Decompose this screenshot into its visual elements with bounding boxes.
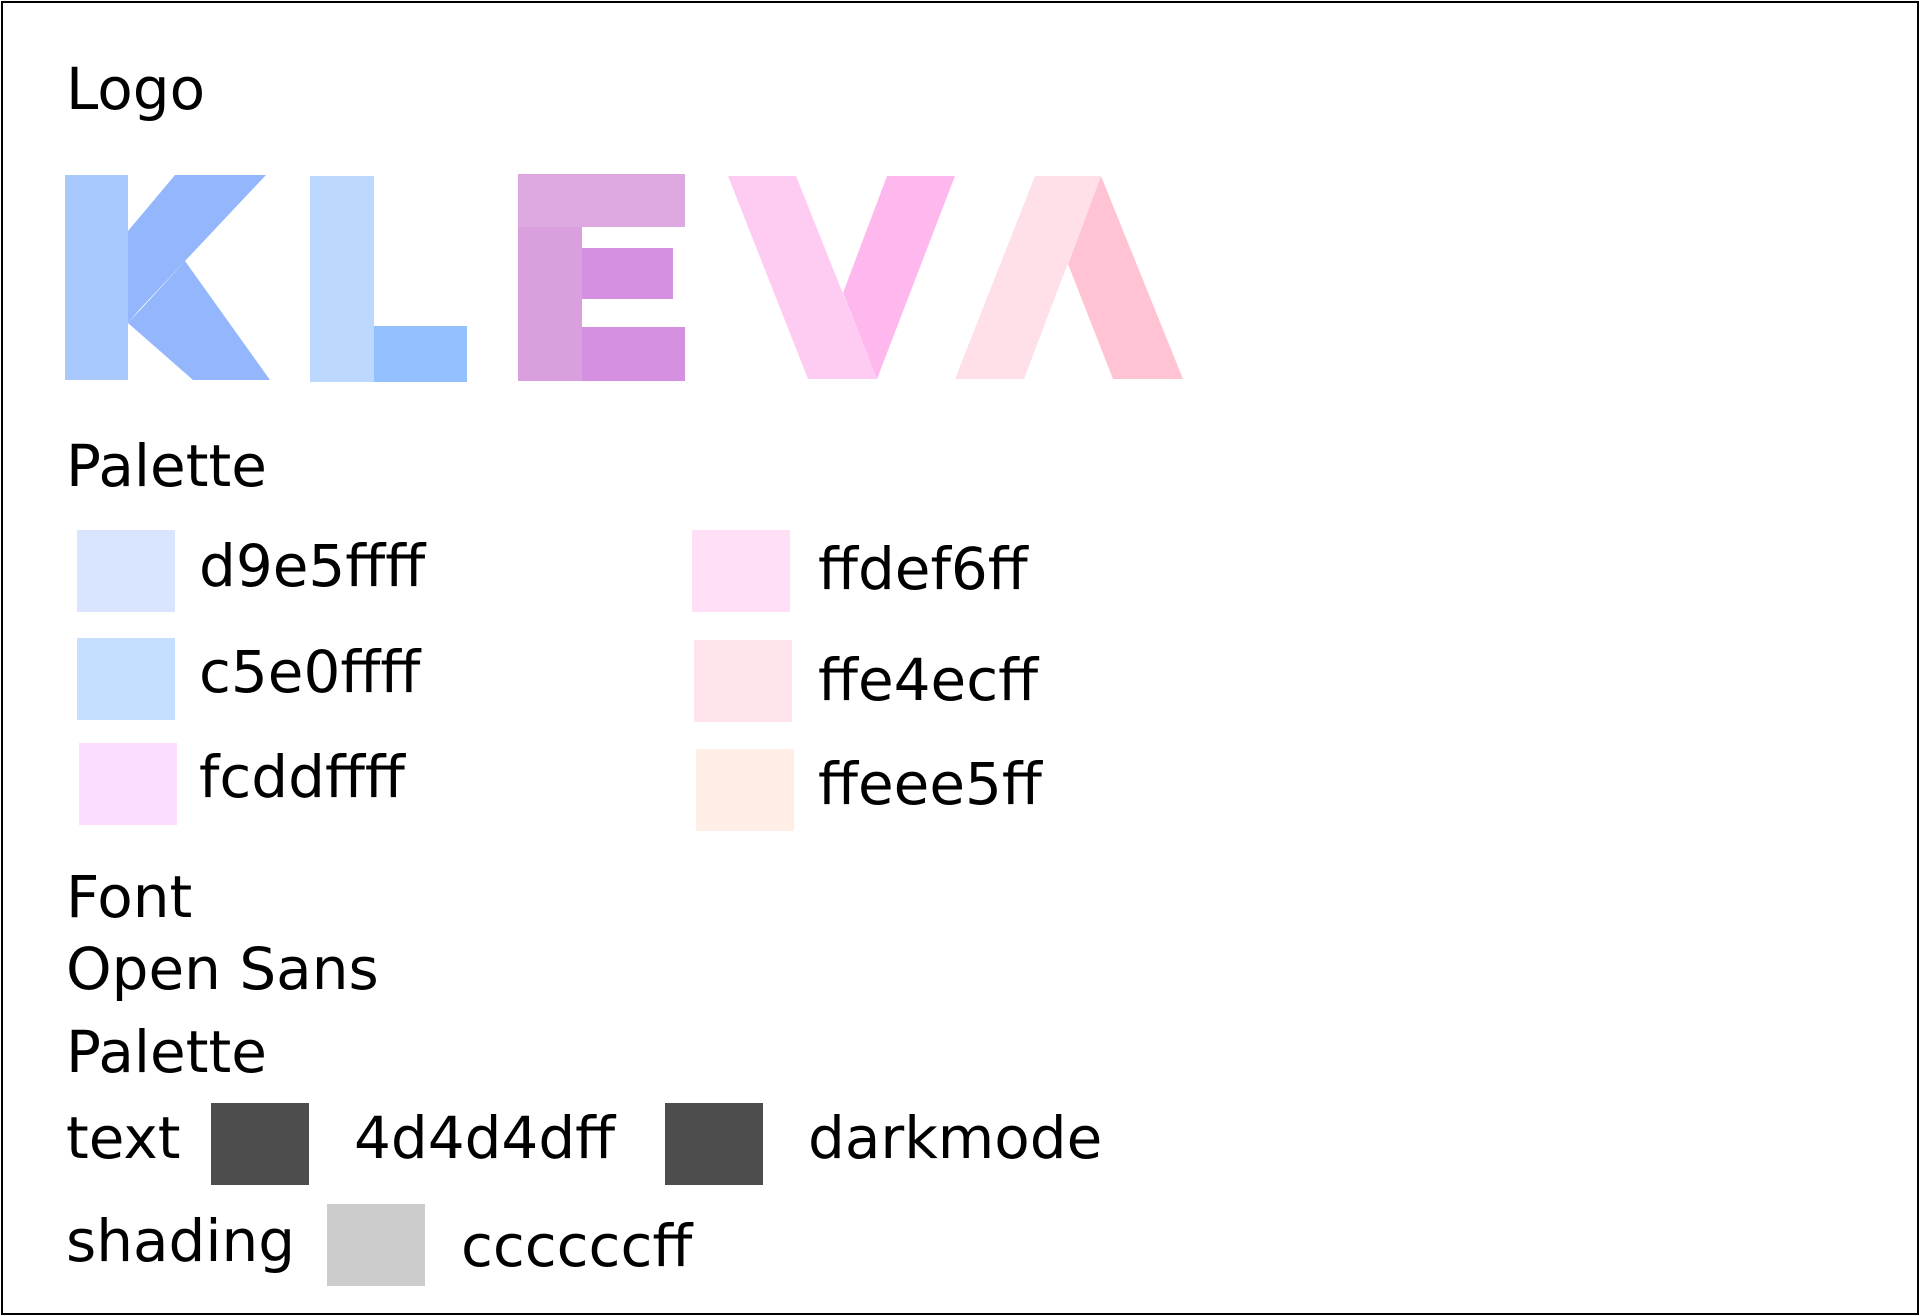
palette-label: fcddffff <box>199 743 405 811</box>
palette-swatch <box>694 640 792 722</box>
logo-e-bottom-bar <box>582 327 685 381</box>
palette-label: d9e5ffff <box>199 532 426 600</box>
palette-heading: Palette <box>66 432 267 500</box>
logo-e-top-bar <box>518 174 685 227</box>
palette-swatch <box>79 743 177 825</box>
logo-k-stem <box>65 175 128 380</box>
palette-label: c5e0ffff <box>199 638 421 706</box>
text-color-swatch <box>211 1103 309 1185</box>
logo-l-foot <box>374 326 467 382</box>
text-color-value: 4d4d4dff <box>354 1104 616 1172</box>
palette-swatch <box>692 530 790 612</box>
text-color-label: text <box>66 1104 181 1172</box>
font-name: Open Sans <box>66 935 379 1003</box>
darkmode-label: darkmode <box>808 1104 1103 1172</box>
logo-e-stem <box>518 227 582 381</box>
palette-swatch <box>696 749 794 831</box>
shading-color-swatch <box>327 1204 425 1286</box>
palette-swatch <box>77 530 175 612</box>
logo-heading: Logo <box>66 55 206 123</box>
logo-e-middle-bar <box>582 248 673 299</box>
darkmode-color-swatch <box>665 1103 763 1185</box>
logo-l-stem <box>310 176 374 382</box>
palette-label: ffeee5ff <box>818 750 1042 818</box>
shading-color-label: shading <box>66 1207 296 1275</box>
shading-color-value: ccccccff <box>461 1212 693 1280</box>
palette-label: ffe4ecff <box>818 646 1039 714</box>
palette-swatch <box>77 638 175 720</box>
palette-label: ffdef6ff <box>818 535 1028 603</box>
font-heading: Font <box>66 863 193 931</box>
palette2-heading: Palette <box>66 1018 267 1086</box>
